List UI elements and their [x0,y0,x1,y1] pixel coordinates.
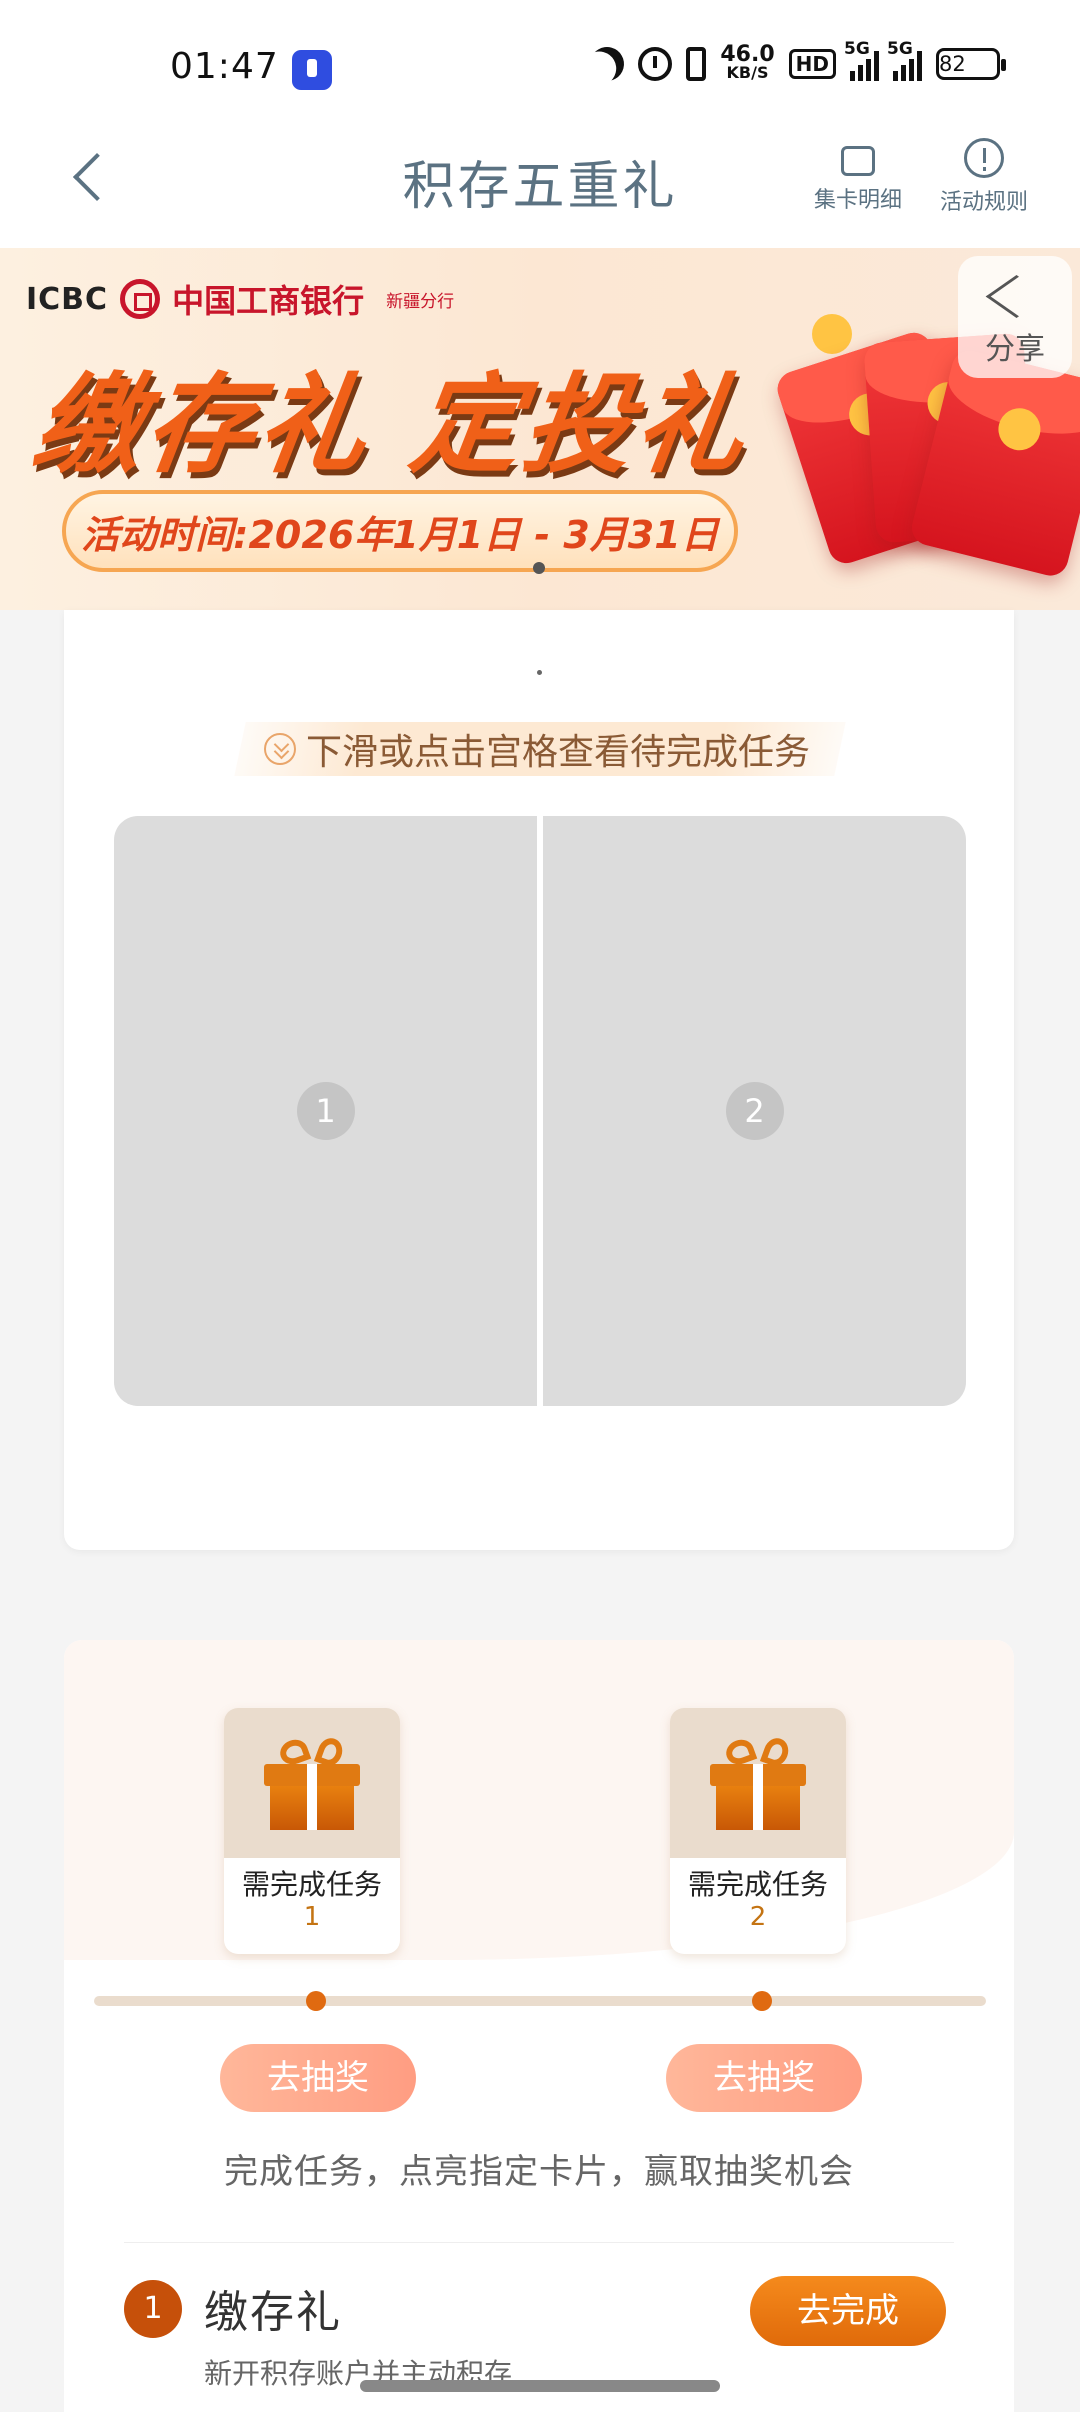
battery-icon: 82 [936,48,1006,80]
card-tile-1[interactable]: 1 [114,816,537,1406]
signal-5g-icon-2: 5G [887,39,922,81]
brand-text: ICBC [26,281,109,317]
rules-label: 活动规则 [939,190,1028,215]
status-icons: 46.0 KB/S HD 5G 5G 82 [590,39,1006,84]
signal-5g-label-2: 5G [887,39,913,59]
hd-voice-icon: HD [788,49,836,79]
share-label: 分享 [985,332,1045,367]
milestone-count: 1 [303,1902,321,1932]
task-title: 缴存礼 [204,2287,342,2338]
task-complete-button[interactable]: 去完成 [750,2276,946,2346]
coin-icon [812,314,852,354]
draw-button-2[interactable]: 去抽奖 [666,2044,862,2112]
progress-track [94,1996,986,2006]
activity-period: 活动时间:2026年1月1日 - 3月31日 [62,490,738,572]
share-button[interactable]: 分享 [958,256,1072,378]
divider [124,2242,954,2243]
page: 01:47 46.0 KB/S HD 5G 5G 82 积存五重礼 集卡明细 活… [0,0,1080,2412]
card-details-label: 集卡明细 [813,188,902,213]
reward-background [64,1640,1014,1960]
draw-button-1[interactable]: 去抽奖 [220,2044,416,2112]
card-tiles: 1 2 [114,816,966,1406]
promo-banner[interactable]: ICBC 中国工商银行 新疆分行 缴存礼 定投礼 活动时间:2026年1月1日 … [0,248,1080,610]
signal-5g-label: 5G [844,39,870,59]
share-icon [994,274,1036,316]
vibrate-icon [686,47,707,81]
status-time: 01:47 [170,46,279,87]
gift-icon [710,1734,806,1832]
nav-bar: 积存五重礼 集卡明细 活动规则 [0,130,1080,248]
banner-headline: 缴存礼 定投礼 [25,363,758,488]
network-speed-unit: KB/S [726,63,769,82]
network-speed: 46.0 KB/S [720,44,774,84]
gift-top [224,1708,400,1858]
puzzle-icon [841,146,875,176]
do-not-disturb-icon [584,41,630,87]
milestone-dot [306,1991,326,2011]
milestone-dot [752,1991,772,2011]
reward-panel: 需完成任务 1 需完成任务 2 去抽奖 去抽奖 完成任务，点亮指定卡片，赢取抽奖… [64,1640,1014,2412]
card-tile-2[interactable]: 2 [543,816,966,1406]
reward-tip: 完成任务，点亮指定卡片，赢取抽奖机会 [224,2152,854,2192]
card-grid-panel: 下滑或点击宫格查看待完成任务 1 2 [64,610,1014,1550]
tile-number: 1 [296,1082,355,1140]
info-icon [964,138,1004,178]
network-speed-value: 46.0 [720,42,775,67]
divider-dot [537,670,542,675]
tile-number: 2 [725,1082,784,1140]
milestone-count: 2 [749,1902,767,1932]
icbc-emblem-icon [120,279,161,319]
task-index-badge: 1 [124,2280,182,2338]
carousel-indicator [533,562,545,574]
status-bar: 01:47 46.0 KB/S HD 5G 5G 82 [0,0,1080,130]
flashlight-app-icon [292,50,332,90]
bank-name: 中国工商银行 [172,282,365,320]
milestone-label: 需完成任务 [687,1868,828,1901]
alarm-icon [638,47,673,81]
home-indicator[interactable] [360,2380,720,2392]
signal-5g-icon: 5G [844,39,879,81]
rules-button[interactable]: 活动规则 [914,138,1054,216]
chevron-down-icon [264,733,296,765]
scroll-hint: 下滑或点击宫格查看待完成任务 [264,722,810,776]
gift-top [670,1708,846,1858]
card-details-button[interactable]: 集卡明细 [788,138,928,214]
milestone-label: 需完成任务 [241,1868,382,1901]
bank-logo: ICBC 中国工商银行 新疆分行 [26,276,454,322]
gift-icon [264,1734,360,1832]
scroll-hint-text: 下滑或点击宫格查看待完成任务 [306,732,811,773]
reward-milestone-1: 需完成任务 1 [224,1708,400,1954]
branch-name: 新疆分行 [386,291,455,312]
reward-milestone-2: 需完成任务 2 [670,1708,846,1954]
